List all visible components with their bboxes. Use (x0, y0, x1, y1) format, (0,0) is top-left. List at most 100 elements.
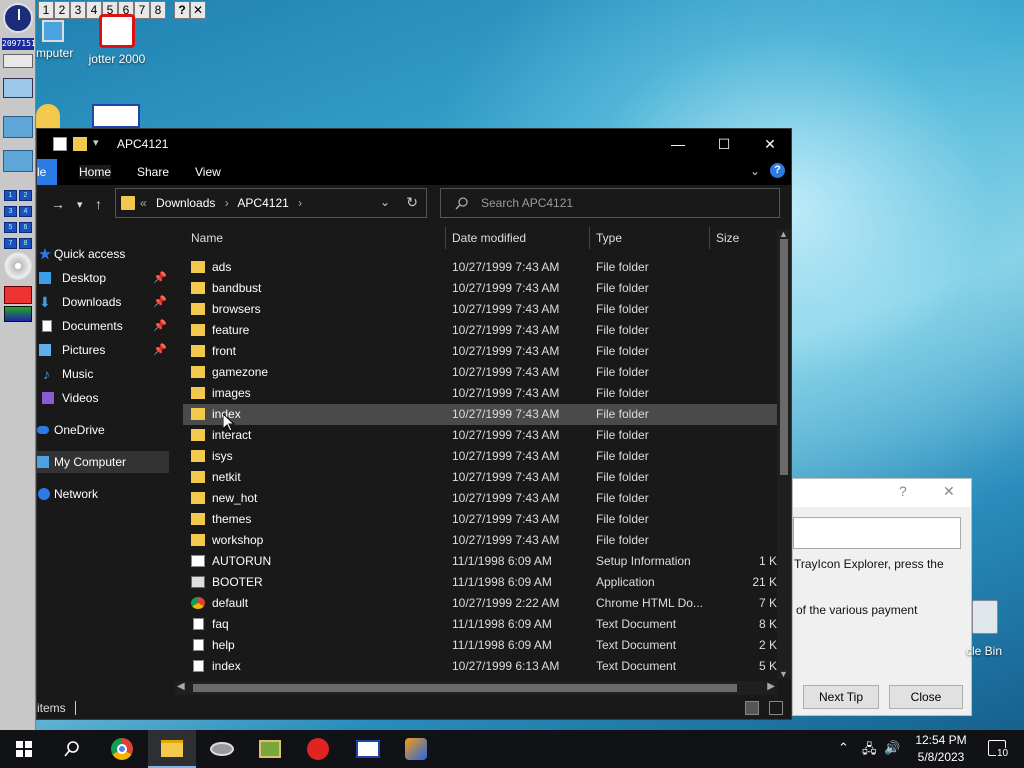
cd-music-icon[interactable] (4, 252, 32, 280)
analog-clock-icon[interactable] (3, 3, 33, 33)
pin-icon[interactable]: 📌 (153, 339, 167, 361)
basic-app-icon[interactable] (92, 104, 140, 128)
file-row[interactable]: images 10/27/1999 7:43 AM File folder (183, 383, 777, 404)
taskbar-app-red[interactable] (294, 730, 342, 768)
sidebar-item-onedrive[interactable]: OneDrive (37, 419, 169, 441)
scroll-left-icon[interactable]: ◀ (177, 681, 185, 692)
taskbar-file-explorer[interactable] (148, 730, 196, 768)
scrollbar-thumb[interactable] (193, 684, 737, 692)
breadcrumb-separator[interactable]: › (298, 196, 302, 210)
minimize-button[interactable]: — (655, 129, 701, 159)
keypad-key[interactable]: 2 (19, 190, 32, 201)
breadcrumb-separator[interactable]: › (225, 196, 229, 210)
address-bar[interactable]: « Downloads › APC4121 › ⌄ ↻ (115, 188, 427, 218)
search-input[interactable] (479, 194, 769, 212)
breadcrumb-downloads[interactable]: Downloads (156, 196, 215, 210)
toolbar-button-8[interactable]: 8 (150, 1, 166, 19)
sidebar-item-network[interactable]: Network (37, 483, 169, 505)
app-tile-icon[interactable] (3, 116, 33, 138)
file-row[interactable]: feature 10/27/1999 7:43 AM File folder (183, 320, 777, 341)
column-divider[interactable] (709, 227, 710, 249)
keypad-key[interactable]: 6 (19, 222, 32, 233)
forward-arrow-icon[interactable]: → (51, 196, 65, 212)
sidebar-item-music[interactable]: ♪ Music (37, 363, 169, 385)
column-header-name[interactable]: Name (191, 231, 223, 245)
column-header-date[interactable]: Date modified (452, 231, 526, 245)
keypad-key[interactable]: 7 (4, 238, 17, 249)
column-divider[interactable] (589, 227, 590, 249)
pin-icon[interactable]: 📌 (153, 291, 167, 313)
toolbar-help-button[interactable]: ? (174, 1, 190, 19)
network-icon[interactable]: 🖧 (862, 740, 877, 762)
sidebar-item-documents[interactable]: Documents 📌 (37, 315, 169, 337)
taskbar-app-monitor[interactable] (246, 730, 294, 768)
clock-date[interactable]: 5/8/2023 (906, 750, 976, 764)
file-row[interactable]: front 10/27/1999 7:43 AM File folder (183, 341, 777, 362)
file-row[interactable]: AUTORUN 11/1/1998 6:09 AM Setup Informatio… (183, 551, 777, 572)
help-icon[interactable]: ? (770, 163, 785, 178)
column-header-type[interactable]: Type (596, 231, 622, 245)
keypad-key[interactable]: 1 (4, 190, 17, 201)
file-row[interactable]: browsers 10/27/1999 7:43 AM File folder (183, 299, 777, 320)
stack-icon[interactable] (4, 306, 32, 322)
tip-close-button[interactable]: Close (889, 685, 963, 709)
start-button[interactable] (0, 730, 48, 768)
file-row[interactable]: help 11/1/1998 6:09 AM Text Document 2 K (183, 635, 777, 656)
breadcrumb-apc4121[interactable]: APC4121 (237, 196, 288, 210)
desktop-icon-recycle-bin[interactable]: cle Bin (966, 600, 1024, 658)
taskbar-app-basic[interactable] (344, 730, 392, 768)
next-tip-button[interactable]: Next Tip (803, 685, 879, 709)
column-header-size[interactable]: Size (716, 231, 739, 245)
paint-app-icon[interactable] (36, 104, 60, 128)
tab-share[interactable]: Share (137, 165, 169, 179)
scrollbar-thumb[interactable] (780, 239, 788, 475)
address-dropdown-chevron-icon[interactable]: ⌄ (380, 195, 390, 209)
tip-close-icon[interactable]: ✕ (943, 483, 955, 500)
sidebar-item-quick-access[interactable]: Quick access (37, 243, 169, 265)
toolbar-close-button[interactable]: ✕ (190, 1, 206, 19)
properties-icon[interactable] (53, 137, 67, 151)
file-row[interactable]: gamezone 10/27/1999 7:43 AM File folder (183, 362, 777, 383)
file-row[interactable]: interact 10/27/1999 7:43 AM File folder (183, 425, 777, 446)
clock-time[interactable]: 12:54 PM (906, 733, 976, 747)
app-tile-icon[interactable] (3, 150, 33, 172)
scroll-up-icon[interactable]: ▲ (779, 229, 788, 239)
file-tab-partial[interactable]: le (37, 159, 57, 185)
sidebar-item-desktop[interactable]: Desktop 📌 (37, 267, 169, 289)
breadcrumb-overflow[interactable]: « (140, 196, 147, 210)
sidebar-item-my-computer[interactable]: My Computer (37, 451, 169, 473)
keypad-key[interactable]: 4 (19, 206, 32, 217)
maximize-button[interactable]: ☐ (701, 129, 747, 159)
file-row[interactable]: BOOTER 11/1/1998 6:09 AM Application 21 K (183, 572, 777, 593)
file-row[interactable]: faq 11/1/1998 6:09 AM Text Document 8 K (183, 614, 777, 635)
up-arrow-icon[interactable]: ↑ (95, 196, 102, 212)
tab-home[interactable]: Home (79, 165, 112, 179)
file-row[interactable]: ads 10/27/1999 7:43 AM File folder (183, 257, 777, 278)
file-row[interactable]: new_hot 10/27/1999 7:43 AM File folder (183, 488, 777, 509)
volume-icon[interactable]: 🔊 (884, 740, 900, 756)
mini-keypad[interactable]: 12 34 56 78 (3, 186, 33, 250)
folder-icon[interactable] (73, 137, 87, 151)
file-row[interactable]: workshop 10/27/1999 7:43 AM File folder (183, 530, 777, 551)
toolbar-button-2[interactable]: 2 (54, 1, 70, 19)
search-button[interactable] (48, 730, 96, 768)
sidebar-item-pictures[interactable]: Pictures 📌 (37, 339, 169, 361)
monitor-icon[interactable] (3, 78, 33, 98)
scroll-right-icon[interactable]: ▶ (767, 681, 775, 692)
scroll-down-icon[interactable]: ▼ (779, 669, 788, 679)
large-icons-view-icon[interactable] (769, 701, 783, 715)
details-view-icon[interactable] (745, 701, 759, 715)
close-button[interactable]: ✕ (747, 129, 793, 159)
file-row[interactable]: default 10/27/1999 2:22 AM Chrome HTML Do.… (183, 593, 777, 614)
keypad-key[interactable]: 5 (4, 222, 17, 233)
file-row[interactable]: bandbust 10/27/1999 7:43 AM File folder (183, 278, 777, 299)
keypad-key[interactable]: 3 (4, 206, 17, 217)
sidebar-item-downloads[interactable]: ⬇ Downloads 📌 (37, 291, 169, 313)
file-row[interactable]: isys 10/27/1999 7:43 AM File folder (183, 446, 777, 467)
horizontal-scrollbar[interactable]: ◀ ▶ (175, 681, 777, 695)
tab-view[interactable]: View (195, 165, 221, 179)
desktop-icon-computer[interactable]: mputer (36, 20, 80, 60)
tip-help-button[interactable]: ? (899, 483, 907, 499)
file-row[interactable]: index 10/27/1999 6:13 AM Text Document 5 K (183, 656, 777, 677)
ribbon-expand-chevron-icon[interactable]: ⌄ (750, 164, 760, 178)
